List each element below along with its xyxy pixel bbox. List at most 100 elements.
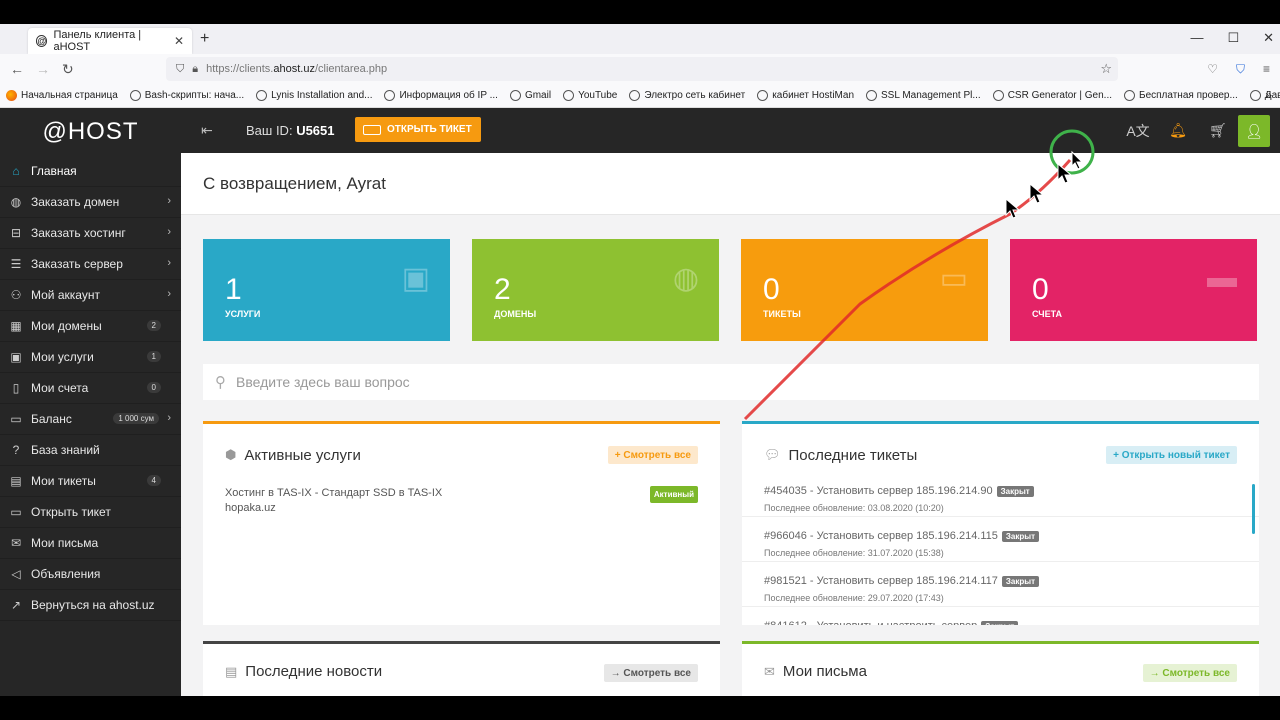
globe-icon [1124,90,1136,101]
welcome-heading: С возвращением, Ayrat [181,153,1280,215]
bookmark-item[interactable]: Gmail [509,90,551,101]
sidebar-item-3[interactable]: ☰ Заказать сервер › [0,249,181,280]
wallet-icon: ▭ [10,412,22,426]
sidebar-item-label: Заказать домен [31,195,120,209]
kb-search-input[interactable]: ⚲ Введите здесь ваш вопрос [203,364,1259,400]
bookmark-item[interactable]: Начальная страница [6,90,118,101]
mails-panel: ✉ Мои письма → Смотреть все [742,641,1259,696]
sidebar-item-6[interactable]: ▣ Мои услуги 1 [0,342,181,373]
sidebar-item-13[interactable]: ◁ Объявления [0,559,181,590]
more-bookmarks-icon[interactable]: » [1265,88,1272,102]
ticket-updated: Последнее обновление: 03.08.2020 (10:20) [764,503,944,513]
tile-invoices[interactable]: 0 СЧЕТА ▬ [1010,239,1257,341]
status-badge: Закрыт [996,486,1034,497]
bookmark-item[interactable]: YouTube [563,90,617,101]
nav-bar: ← → ↻ ⛉ 🔒︎ https://clients. ahost.uz/clie… [0,54,1280,84]
scrollbar[interactable] [1252,484,1255,534]
browser-tab[interactable]: @ Панель клиента | aHOST ✕ [28,28,192,54]
view-all-news-button[interactable]: → Смотреть все [603,664,698,682]
box-icon: ▣ [401,262,430,295]
panel-title: Последние тикеты [788,446,918,464]
bookmarks-bar: Начальная страница Bash-скрипты: нача... L… [0,84,1280,108]
sidebar-item-label: База знаний [31,443,100,457]
collapse-sidebar-icon[interactable]: ⇤ [201,122,213,139]
newspaper-icon: ▤ [225,663,238,679]
chevron-right-icon: › [167,412,171,424]
bookmark-item[interactable]: кабинет HostiMan [757,90,854,101]
bookmark-item[interactable]: Bash-скрипты: нача... [129,90,244,101]
close-tab-icon[interactable]: ✕ [174,34,184,48]
app: @HOST ⌂ Главная ◍ Заказать домен › ⊟ Заказать … [0,108,1280,696]
sidebar-item-4[interactable]: ⚇ Мой аккаунт › [0,280,181,311]
comments-icon: 💬︎ [764,447,781,462]
sidebar-item-14[interactable]: ↗ Вернуться на ahost.uz [0,590,181,621]
bookmark-item[interactable]: Информация об IP ... [384,90,498,101]
panel-header: ✉ Мои письма → Смотреть все [742,644,1259,696]
forward-icon[interactable]: → [36,61,50,77]
bookmark-item[interactable]: SSL Management Pl... [866,90,981,101]
sidebar-item-7[interactable]: ▯ Мои счета 0 [0,373,181,404]
service-item[interactable]: Хостинг в TAS-IX - Стандарт SSD в TAS-IX… [203,486,720,516]
sidebar-item-1[interactable]: ◍ Заказать домен › [0,187,181,218]
lock-icon[interactable]: 🔒︎ [192,63,198,76]
bookmark-star-icon[interactable]: ☆ [1100,61,1112,77]
ticket-icon: ▭ [10,505,22,519]
minimize-icon[interactable]: — [1190,30,1203,46]
logo[interactable]: @HOST [0,108,181,156]
url-bar[interactable]: ⛉ 🔒︎ https://clients. ahost.uz/clientarea… [166,57,1118,81]
maximize-icon[interactable]: ☐ [1227,30,1239,46]
browser-toolbar-icons: ♡ ⛉ ≡ [1207,62,1270,77]
view-all-services-button[interactable]: + Смотреть все [607,446,698,464]
bookmark-item[interactable]: CSR Generator | Gen... [992,90,1112,101]
services-icon: ▣ [10,350,22,364]
hdd-icon: ⊟ [10,226,22,240]
invoice-icon: ▯ [12,381,20,395]
reload-icon[interactable]: ↻ [62,61,74,78]
view-all-mails-button[interactable]: → Смотреть все [1142,664,1237,682]
bell-icon[interactable]: 🔔︎ [1158,122,1198,139]
open-new-ticket-button[interactable]: + Открыть новый тикет [1106,446,1237,464]
ticket-row[interactable]: #454035 - Установить сервер 185.196.214.… [742,472,1259,517]
cart-icon[interactable]: 🛒︎ [1198,122,1238,139]
mail-icon: ✉ [10,536,22,550]
tracking-shield-icon[interactable]: ⛉ [176,63,184,76]
tile-number: 1 [225,273,242,306]
ticket-row[interactable]: #841612 - Установить и настроить сервер З… [742,607,1259,625]
bookmark-item[interactable]: Электро сеть кабинет [629,90,745,101]
bookmark-item[interactable]: Lynis Installation and... [256,90,372,101]
back-icon[interactable]: ← [10,61,24,77]
extension-shield-icon[interactable]: ⛉ [1236,62,1245,77]
translate-icon[interactable]: A文 [1118,121,1158,141]
cube-icon: ⬢ [225,447,237,462]
service-domain: hopaka.uz [225,502,276,514]
status-badge: Активный [649,486,698,503]
sidebar-item-12[interactable]: ✉ Мои письма [0,528,181,559]
tile-tickets[interactable]: 0 ТИКЕТЫ ▭ [741,239,988,341]
menu-icon[interactable]: ≡ [1263,62,1270,77]
bookmark-label: YouTube [578,90,618,101]
sidebar-item-label: Мои услуги [31,350,94,364]
bookmark-item[interactable]: Бесплатная провер... [1124,90,1238,101]
sidebar-item-10[interactable]: ▤ Мои тикеты 4 [0,466,181,497]
open-ticket-button[interactable]: ОТКРЫТЬ ТИКЕТ [355,117,481,142]
sidebar-item-9[interactable]: ? База знаний [0,435,181,466]
sidebar-item-11[interactable]: ▭ Открыть тикет [0,497,181,528]
new-tab-icon[interactable]: + [200,30,209,48]
pocket-icon[interactable]: ♡ [1207,62,1218,77]
sidebar-item-2[interactable]: ⊟ Заказать хостинг › [0,218,181,249]
sidebar-item-8[interactable]: ▭ Баланс 1 000 сум › [0,404,181,435]
status-badge: Закрыт [1001,576,1040,587]
globe-icon [509,90,521,101]
ticket-title: #454035 - Установить сервер 185.196.214.… [764,485,993,497]
sidebar-item-0[interactable]: ⌂ Главная [0,156,181,187]
client-id: Ваш ID: U5651 [246,123,335,138]
globe-icon [1249,90,1261,101]
user-settings-icon[interactable]: 👤︎ [1238,114,1270,147]
domains-icon: ▦ [10,319,22,333]
ticket-row[interactable]: #981521 - Установить сервер 185.196.214.… [742,562,1259,607]
sidebar-item-5[interactable]: ▦ Мои домены 2 [0,311,181,342]
tile-domains[interactable]: 2 ДОМЕНЫ ◍ [472,239,719,341]
close-window-icon[interactable]: ✕ [1263,30,1274,46]
ticket-row[interactable]: #966046 - Установить сервер 185.196.214.… [742,517,1259,562]
tile-services[interactable]: 1 УСЛУГИ ▣ [203,239,450,341]
